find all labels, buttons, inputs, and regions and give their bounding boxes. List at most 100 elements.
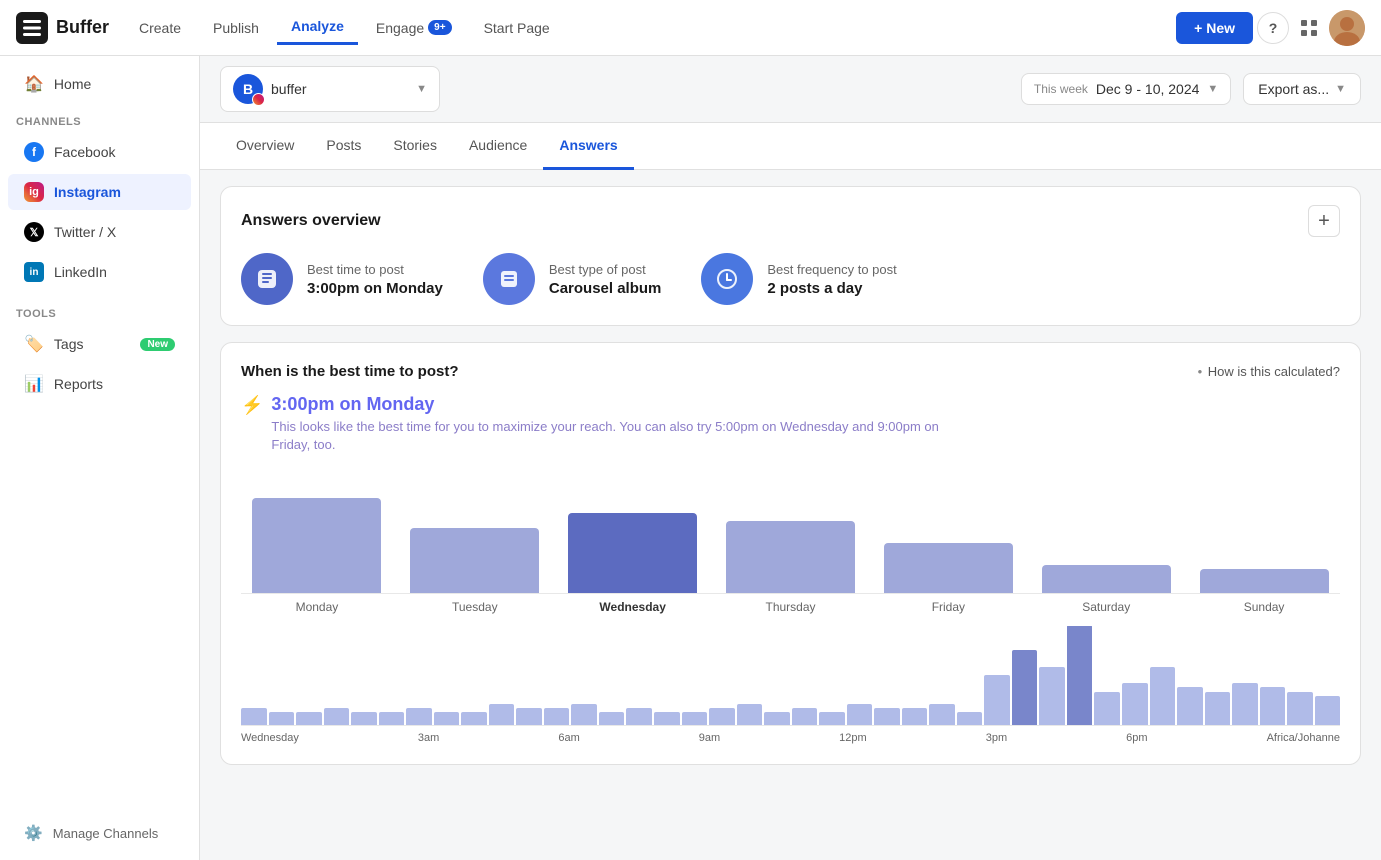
h-label-6pm: 6pm [1126,732,1147,744]
tabs-bar: Overview Posts Stories Audience Answers [200,123,1381,170]
user-avatar[interactable] [1329,10,1365,46]
tab-stories[interactable]: Stories [377,123,453,170]
hourly-bar-item [1287,692,1313,725]
tab-audience[interactable]: Audience [453,123,543,170]
hourly-bar-item [461,712,487,725]
date-range-selector[interactable]: This week Dec 9 - 10, 2024 ▼ [1021,73,1231,105]
twitter-icon: 𝕏 [24,222,44,242]
bar-thursday [715,474,867,593]
hourly-bar-item [241,708,267,725]
nav-engage-wrap[interactable]: Engage 9+ [362,12,466,44]
h-label-tz: Africa/Johanne [1267,732,1340,744]
bar-monday [241,474,393,593]
nav-create[interactable]: Create [125,12,195,44]
h-label-12pm: 12pm [839,732,867,744]
hourly-bar-item [957,712,983,725]
answer-freq-value: 2 posts a day [767,280,896,297]
sidebar-item-instagram[interactable]: ig Instagram [8,174,191,210]
channel-selector[interactable]: B buffer ▼ [220,66,440,112]
engage-badge: 9+ [428,20,451,35]
hourly-bar-item [516,708,542,725]
hourly-bar-item [874,708,900,725]
how-calculated-link[interactable]: • How is this calculated? [1198,364,1340,379]
content-area: B buffer ▼ This week Dec 9 - 10, 2024 ▼ … [200,56,1381,860]
main-scroll-area[interactable]: Answers overview + Best time to post 3:0… [200,170,1381,860]
hourly-bar-item [1039,667,1065,725]
hourly-bar-item [654,712,680,725]
bar-saturday [1030,474,1182,593]
hourly-bar-chart: Wednesday 3am 6am 9am 12pm 3pm 6pm Afric… [241,626,1340,744]
hourly-bar-item [1067,626,1093,725]
manage-channels-label: Manage Channels [53,826,159,841]
answer-freq-label: Best frequency to post [767,262,896,277]
apps-grid-icon[interactable] [1293,12,1325,44]
sidebar-manage-channels[interactable]: ⚙️ Manage Channels [8,816,191,850]
linkedin-icon: in [24,262,44,282]
hourly-bar-item [792,708,818,725]
bar-label-friday: Friday [872,600,1024,614]
nav-analyze[interactable]: Analyze [277,10,358,45]
hourly-bar-item [599,712,625,725]
hourly-bar-item [544,708,570,725]
channels-section-label: Channels [0,104,199,132]
logo[interactable]: Buffer [16,12,109,44]
hourly-bar-item [737,704,763,725]
hourly-bar-item [929,704,955,725]
hourly-bar-item [1177,687,1203,725]
nav-publish[interactable]: Publish [199,12,273,44]
answer-item-frequency: Best frequency to post 2 posts a day [701,253,896,305]
hourly-bar-item [1232,683,1258,725]
sidebar-item-reports[interactable]: 📊 Reports [8,366,191,402]
hourly-bar-item [819,712,845,725]
bar-label-monday: Monday [241,600,393,614]
hourly-bar-item [434,712,460,725]
hourly-bar-item [379,712,405,725]
channel-selector-name: buffer [271,81,408,97]
hourly-bar-item [902,708,928,725]
best-time-title: When is the best time to post? [241,363,459,380]
best-time-card: When is the best time to post? • How is … [220,342,1361,765]
bar-friday [872,474,1024,593]
instagram-icon: ig [24,182,44,202]
nav-startpage[interactable]: Start Page [470,12,564,44]
answer-time-label: Best time to post [307,262,443,277]
hourly-bar-item [269,712,295,725]
tab-posts[interactable]: Posts [310,123,377,170]
answer-item-time: Best time to post 3:00pm on Monday [241,253,443,305]
help-button[interactable]: ? [1257,12,1289,44]
sidebar-home[interactable]: 🏠 Home [8,66,191,102]
sidebar-item-tags[interactable]: 🏷️ Tags New [8,326,191,362]
sidebar-item-facebook[interactable]: f Facebook [8,134,191,170]
sidebar-item-linkedin[interactable]: in LinkedIn [8,254,191,290]
date-range-label: This week [1034,82,1088,96]
channel-chevron-icon: ▼ [416,83,427,95]
add-metric-button[interactable]: + [1308,205,1340,237]
tab-overview[interactable]: Overview [220,123,310,170]
lightning-icon: ⚡ [241,395,263,416]
hourly-bar-item [324,708,350,725]
hourly-bar-item [1315,696,1340,725]
hourly-bar-item [1205,692,1231,725]
sidebar-instagram-label: Instagram [54,184,121,200]
hourly-bar-item [571,704,597,725]
tab-answers[interactable]: Answers [543,123,633,170]
hourly-bar-item [351,712,377,725]
h-label-9am: 9am [699,732,720,744]
hourly-bar-item [1012,650,1038,725]
h-label-3am: 3am [418,732,439,744]
bar-wednesday [557,474,709,593]
sidebar-tags-label: Tags [54,336,84,352]
sidebar-item-twitter[interactable]: 𝕏 Twitter / X [8,214,191,250]
answers-overview-card: Answers overview + Best time to post 3:0… [220,186,1361,326]
hourly-bar-item [1094,692,1120,725]
sidebar-reports-label: Reports [54,376,103,392]
new-button[interactable]: + New [1176,12,1253,44]
frequency-icon [701,253,753,305]
export-button[interactable]: Export as... ▼ [1243,73,1361,105]
bar-tuesday [399,474,551,593]
content-header: B buffer ▼ This week Dec 9 - 10, 2024 ▼ … [200,56,1381,123]
bar-label-thursday: Thursday [715,600,867,614]
answer-item-type: Best type of post Carousel album [483,253,662,305]
top-nav: Buffer Create Publish Analyze Engage 9+ … [0,0,1381,56]
date-chevron-icon: ▼ [1207,83,1218,95]
